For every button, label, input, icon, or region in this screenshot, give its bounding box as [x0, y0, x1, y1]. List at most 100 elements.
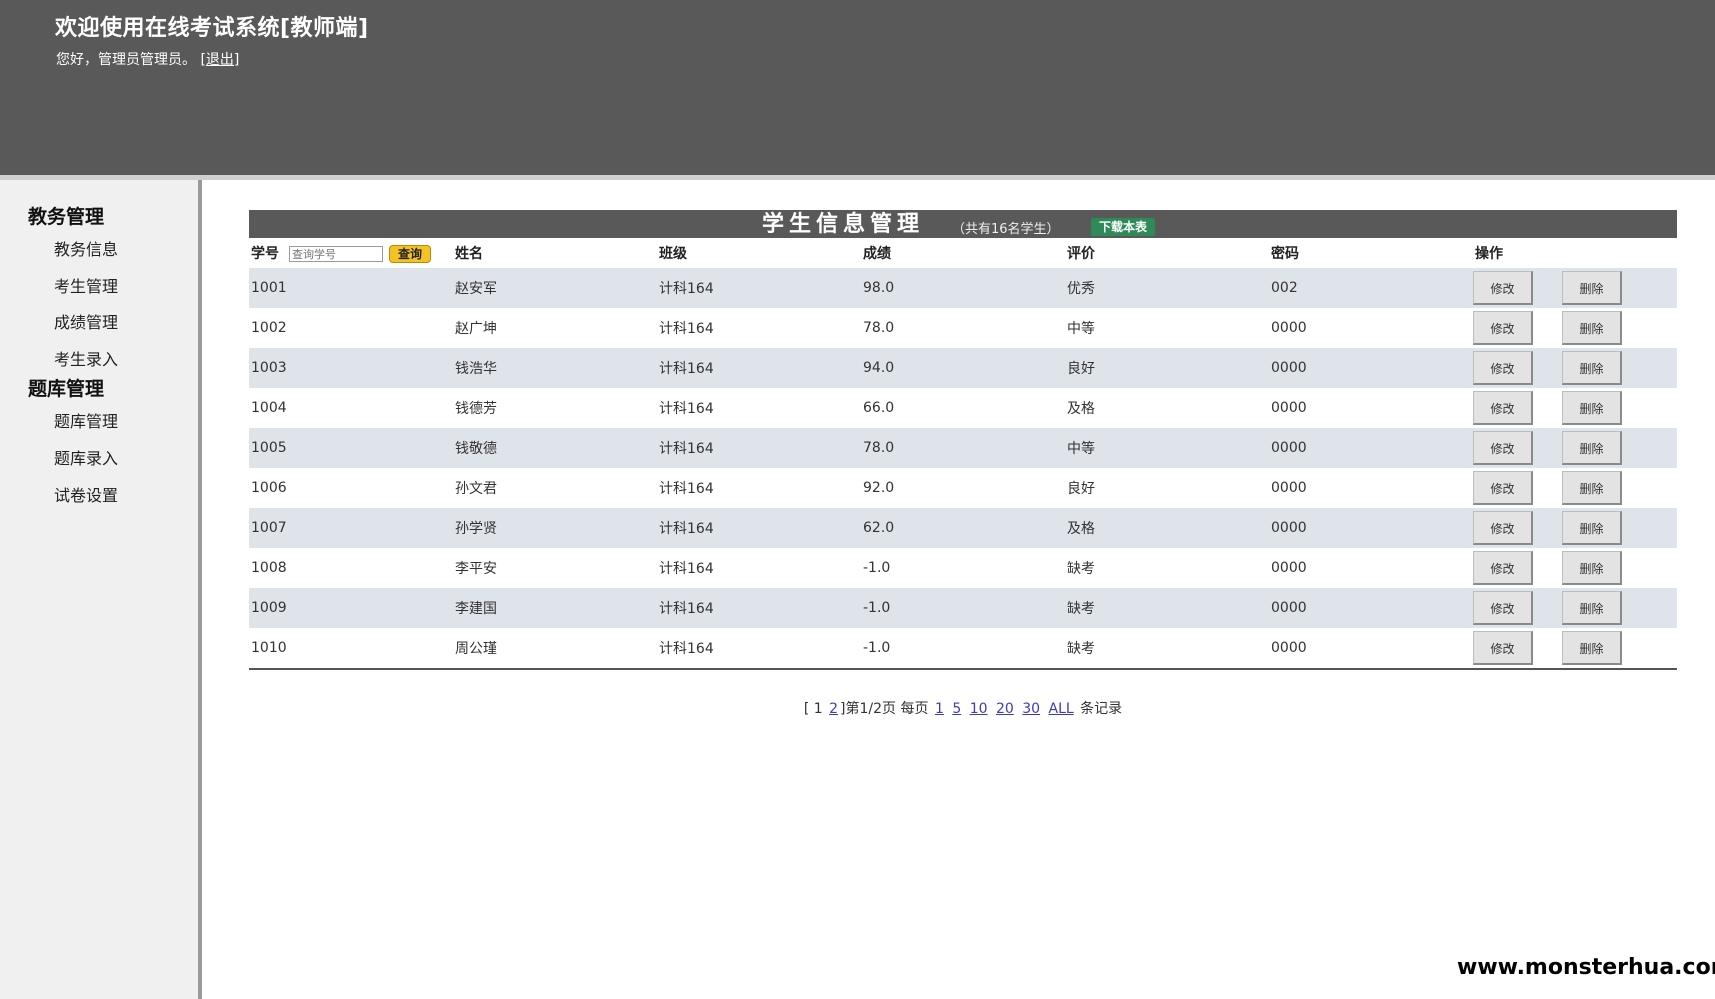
password-cell: 0000 — [1269, 548, 1473, 588]
edit-button[interactable]: 修改 — [1473, 351, 1533, 385]
sidebar-item-question-bank-management[interactable]: 题库管理 — [54, 408, 118, 432]
password-cell: 0000 — [1269, 508, 1473, 548]
name-cell: 孙学贤 — [453, 508, 657, 548]
student-id-cell: 1008 — [249, 548, 453, 588]
page-size-10-link[interactable]: 10 — [970, 701, 988, 717]
delete-button[interactable]: 删除 — [1562, 351, 1622, 385]
actions-cell: 修改 删除 — [1473, 348, 1677, 388]
column-header-password: 密码 — [1271, 246, 1299, 262]
download-table-button[interactable]: 下载本表 — [1091, 218, 1156, 236]
sidebar-item-score-management[interactable]: 成绩管理 — [54, 309, 118, 333]
edit-button[interactable]: 修改 — [1473, 391, 1533, 425]
name-cell: 钱浩华 — [453, 348, 657, 388]
name-cell: 孙文君 — [453, 468, 657, 508]
logout-link[interactable]: [退出] — [200, 52, 239, 68]
class-cell: 计科164 — [657, 268, 861, 308]
edit-button[interactable]: 修改 — [1473, 431, 1533, 465]
table-header-row: 学号 查询 姓名 班级 成绩 评价 密码 操作 — [249, 238, 1677, 268]
search-button[interactable]: 查询 — [389, 245, 432, 263]
table-row: 1009 李建国 计科164 -1.0 缺考 0000 修改 删除 — [249, 588, 1677, 628]
page-size-20-link[interactable]: 20 — [996, 701, 1014, 717]
password-cell: 0000 — [1269, 388, 1473, 428]
student-id-cell: 1005 — [249, 428, 453, 468]
class-cell: 计科164 — [657, 428, 861, 468]
sidebar-section-academic: 教务管理 — [28, 206, 105, 228]
sidebar-item-student-management[interactable]: 考生管理 — [54, 273, 118, 297]
greeting: 您好，管理员管理员。 [退出] — [56, 49, 239, 69]
delete-button[interactable]: 删除 — [1562, 311, 1622, 345]
name-cell: 钱敬德 — [453, 428, 657, 468]
pagination: [ 1 2]第1/2页 每页 1 5 10 20 30 ALL 条记录 — [249, 698, 1677, 718]
table-row: 1008 李平安 计科164 -1.0 缺考 0000 修改 删除 — [249, 548, 1677, 588]
pager-per-page-label: 每页 — [900, 701, 929, 717]
edit-button[interactable]: 修改 — [1473, 551, 1533, 585]
student-id-cell: 1001 — [249, 268, 453, 308]
table-title-bar: 学生信息管理 （共有16名学生） 下载本表 — [249, 210, 1677, 238]
actions-cell: 修改 删除 — [1473, 548, 1677, 588]
student-id-cell: 1010 — [249, 628, 453, 670]
class-cell: 计科164 — [657, 588, 861, 628]
edit-button[interactable]: 修改 — [1473, 271, 1533, 305]
sidebar-item-paper-settings[interactable]: 试卷设置 — [54, 482, 118, 506]
class-cell: 计科164 — [657, 548, 861, 588]
name-cell: 李平安 — [453, 548, 657, 588]
student-id-cell: 1003 — [249, 348, 453, 388]
table-row: 1004 钱德芳 计科164 66.0 及格 0000 修改 删除 — [249, 388, 1677, 428]
score-cell: 98.0 — [861, 268, 1065, 308]
search-input[interactable] — [289, 246, 383, 262]
delete-button[interactable]: 删除 — [1562, 591, 1622, 625]
password-cell: 0000 — [1269, 588, 1473, 628]
actions-cell: 修改 删除 — [1473, 468, 1677, 508]
delete-button[interactable]: 删除 — [1562, 551, 1622, 585]
delete-button[interactable]: 删除 — [1562, 391, 1622, 425]
delete-button[interactable]: 删除 — [1562, 471, 1622, 505]
pager-page-2-link[interactable]: 2 — [829, 701, 838, 717]
table-body: 1001 赵安军 计科164 98.0 优秀 002 修改 删除 1002 赵广坤 计科164 78.… — [249, 268, 1677, 670]
sidebar-section-question-bank: 题库管理 — [28, 378, 105, 400]
class-cell: 计科164 — [657, 308, 861, 348]
rating-cell: 中等 — [1065, 308, 1269, 348]
sidebar-item-student-entry[interactable]: 考生录入 — [54, 346, 118, 370]
edit-button[interactable]: 修改 — [1473, 511, 1533, 545]
sidebar: 教务管理 教务信息 考生管理 成绩管理 考生录入 题库管理 题库管理 题库录入 … — [0, 180, 202, 999]
rating-cell: 及格 — [1065, 508, 1269, 548]
student-id-cell: 1009 — [249, 588, 453, 628]
actions-cell: 修改 删除 — [1473, 428, 1677, 468]
delete-button[interactable]: 删除 — [1562, 631, 1622, 665]
score-cell: 78.0 — [861, 428, 1065, 468]
edit-button[interactable]: 修改 — [1473, 311, 1533, 345]
pager-open-bracket: [ — [803, 701, 810, 717]
class-cell: 计科164 — [657, 508, 861, 548]
column-header-name: 姓名 — [455, 246, 483, 262]
column-header-rating: 评价 — [1067, 246, 1095, 262]
column-header-id: 学号 查询 — [249, 238, 453, 268]
sidebar-item-question-entry[interactable]: 题库录入 — [54, 445, 118, 469]
delete-button[interactable]: 删除 — [1562, 271, 1622, 305]
actions-cell: 修改 删除 — [1473, 268, 1677, 308]
table-row: 1001 赵安军 计科164 98.0 优秀 002 修改 删除 — [249, 268, 1677, 308]
sidebar-item-academic-info[interactable]: 教务信息 — [54, 236, 118, 260]
page-size-1-link[interactable]: 1 — [935, 701, 944, 717]
score-cell: 92.0 — [861, 468, 1065, 508]
password-cell: 0000 — [1269, 468, 1473, 508]
score-cell: -1.0 — [861, 628, 1065, 670]
table-row: 1005 钱敬德 计科164 78.0 中等 0000 修改 删除 — [249, 428, 1677, 468]
delete-button[interactable]: 删除 — [1562, 511, 1622, 545]
edit-button[interactable]: 修改 — [1473, 631, 1533, 665]
actions-cell: 修改 删除 — [1473, 508, 1677, 548]
page-size-all-link[interactable]: ALL — [1049, 701, 1074, 717]
column-header-id-label: 学号 — [251, 246, 279, 262]
page-size-5-link[interactable]: 5 — [952, 701, 961, 717]
rating-cell: 缺考 — [1065, 588, 1269, 628]
password-cell: 0000 — [1269, 428, 1473, 468]
score-cell: 78.0 — [861, 308, 1065, 348]
column-header-score: 成绩 — [863, 246, 891, 262]
password-cell: 002 — [1269, 268, 1473, 308]
table-row: 1003 钱浩华 计科164 94.0 良好 0000 修改 删除 — [249, 348, 1677, 388]
delete-button[interactable]: 删除 — [1562, 431, 1622, 465]
edit-button[interactable]: 修改 — [1473, 471, 1533, 505]
edit-button[interactable]: 修改 — [1473, 591, 1533, 625]
rating-cell: 优秀 — [1065, 268, 1269, 308]
page-size-30-link[interactable]: 30 — [1022, 701, 1040, 717]
name-cell: 周公瑾 — [453, 628, 657, 670]
